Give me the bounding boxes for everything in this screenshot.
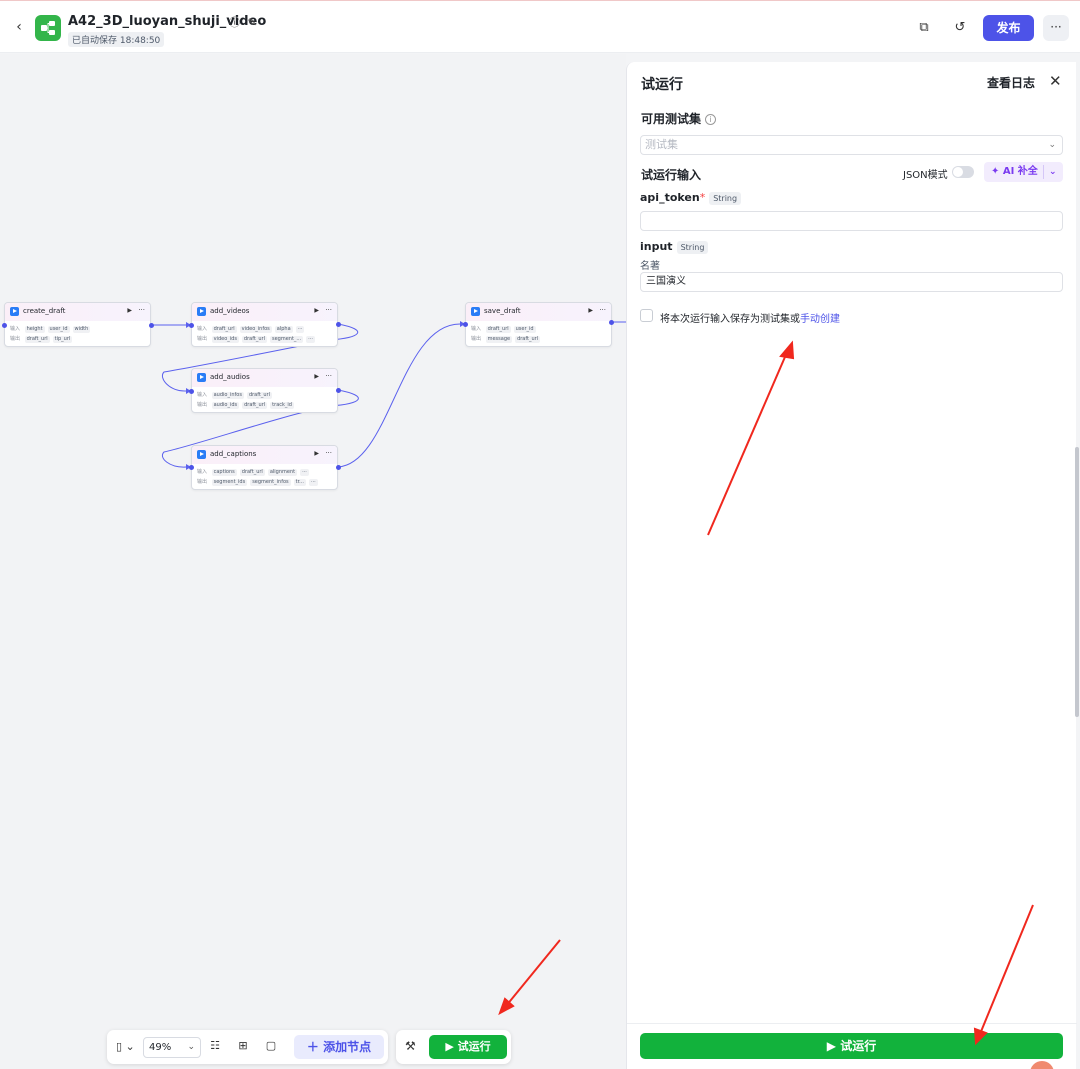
type-tag: String [676,241,709,254]
node-run-icon[interactable]: ▶ [588,307,593,314]
node-save-draft[interactable]: save_draft ▶ ··· 输入 draft_url user_id 输出 … [465,302,612,347]
node-title: create_draft [23,307,66,315]
test-run-button[interactable]: ▶ 试运行 [429,1035,507,1059]
node-port[interactable] [189,323,194,328]
save-testset-checkbox[interactable] [640,309,653,322]
testset-label: 可用测试集 i [641,110,717,127]
node-more-icon[interactable]: ··· [325,306,332,314]
field-label-input: input String [640,240,709,254]
field-label-api-token: api_token* String [640,191,742,205]
node-run-icon[interactable]: ▶ [314,307,319,314]
chevron-down-icon[interactable]: ⌄ [1049,162,1057,182]
node-inputs: 输入 draft_url video_infos alpha ··· [197,326,305,333]
type-tag: String [709,192,742,205]
comment-icon[interactable]: ☷ [208,1039,222,1053]
node-outputs: 输出 segment_ids segment_infos tr... ··· [197,479,318,486]
node-port[interactable] [189,389,194,394]
node-port[interactable] [189,465,194,470]
history-icon[interactable]: ↺ [952,20,968,36]
edit-icon[interactable]: ✎ [248,16,257,29]
node-outputs: 输出 message draft_url [471,336,541,343]
node-run-icon[interactable]: ▶ [127,307,132,314]
scrollbar[interactable] [1075,447,1079,717]
input-description: 名著 [640,261,660,272]
layout-grid-icon[interactable]: ⊞ [236,1039,250,1053]
zoom-value: 49% [149,1042,172,1053]
view-log-button[interactable]: 查看日志 [987,74,1035,91]
workflow-edges [152,321,626,470]
mouse-mode-icon[interactable]: ▯ ⌄ [116,1040,135,1053]
panel-test-run-button[interactable]: ▶ 试运行 [640,1033,1063,1059]
node-add-captions[interactable]: add_captions ▶ ··· 输入 captions draft_url a… [191,445,338,490]
chevron-down-icon: ⌄ [187,1042,195,1052]
test-run-panel: 试运行 查看日志 ✕ 可用测试集 i 测试集 ⌄ 试运行输入 JSON模式 ✦ A… [626,62,1077,1069]
node-add-videos[interactable]: add_videos ▶ ··· 输入 draft_url video_infos… [191,302,338,347]
wrench-icon[interactable]: ⚒ [405,1039,416,1053]
node-more-icon[interactable]: ··· [325,372,332,380]
workflow-logo-icon [35,15,61,41]
node-create-draft[interactable]: create_draft ▶ ··· 输入 height user_id width… [4,302,151,347]
node-run-icon[interactable]: ▶ [314,373,319,380]
testset-placeholder: 测试集 [645,138,678,151]
publish-button[interactable]: 发布 [983,15,1034,41]
json-mode-toggle[interactable] [952,166,974,178]
node-inputs: 输入 captions draft_url alignment ··· [197,469,309,476]
node-port[interactable] [149,323,154,328]
node-more-icon[interactable]: ··· [599,306,606,314]
more-icon[interactable]: ··· [1043,15,1069,41]
node-title: add_videos [210,307,250,315]
node-outputs: 输出 video_ids draft_url segment_... ··· [197,336,315,343]
node-port[interactable] [336,388,341,393]
minimap-icon[interactable]: ▢ [264,1039,278,1053]
node-add-audios[interactable]: add_audios ▶ ··· 输入 audio_infos draft_url… [191,368,338,413]
workflow-canvas[interactable]: create_draft ▶ ··· 输入 height user_id width… [0,54,626,1069]
node-inputs: 输入 audio_infos draft_url [197,392,272,399]
ai-fill-label: ✦ AI 补全 [991,166,1038,177]
plugin-icon [471,307,480,316]
add-node-button[interactable]: ＋ 添加节点 [294,1035,384,1059]
panel-title: 试运行 [641,77,683,93]
node-outputs: 输出 draft_url tip_url [10,336,73,343]
node-more-icon[interactable]: ··· [325,449,332,457]
plugin-icon [197,373,206,382]
copy-icon[interactable]: ⧉ [916,20,932,36]
input-field[interactable]: 三国演义 [640,272,1063,292]
node-port[interactable] [336,465,341,470]
node-port[interactable] [463,322,468,327]
node-inputs: 输入 height user_id width [10,326,91,333]
api-token-input[interactable] [640,211,1063,231]
json-mode-label: JSON模式 [903,170,948,181]
node-outputs: 输出 audio_ids draft_url track_id [197,402,294,409]
info-icon[interactable]: ⓘ [229,16,240,29]
node-run-icon[interactable]: ▶ [314,450,319,457]
top-bar: ‹ A42_3D_luoyan_shuji_video ⓘ ✎ 已自动保存 18… [0,0,1080,53]
testset-select[interactable]: 测试集 ⌄ [640,135,1063,155]
node-title: add_captions [210,450,257,458]
node-title: save_draft [484,307,521,315]
plugin-icon [10,307,19,316]
ai-fill-button[interactable]: ✦ AI 补全 ⌄ [984,162,1063,182]
node-port[interactable] [2,323,7,328]
chevron-down-icon: ⌄ [1048,140,1056,150]
run-toolbar: ⚒ ▶ 试运行 [396,1030,511,1064]
panel-footer-divider [627,1023,1077,1024]
plugin-icon [197,307,206,316]
node-port[interactable] [336,322,341,327]
back-icon[interactable]: ‹ [10,18,28,36]
node-more-icon[interactable]: ··· [138,306,145,314]
autosave-status: 已自动保存 18:48:50 [68,32,165,47]
node-inputs: 输入 draft_url user_id [471,326,536,333]
plugin-icon [197,450,206,459]
node-title: add_audios [210,373,250,381]
info-icon[interactable]: i [705,114,717,125]
run-input-label: 试运行输入 [641,168,702,182]
close-icon[interactable]: ✕ [1049,72,1062,90]
manual-create-link[interactable]: 手动创建 [800,314,840,325]
save-testset-label: 将本次运行输入保存为测试集或手动创建 [660,314,840,325]
canvas-toolbar: ▯ ⌄ 49% ⌄ ☷ ⊞ ▢ ＋ 添加节点 [107,1030,388,1064]
zoom-select[interactable]: 49% ⌄ [143,1037,201,1058]
node-port[interactable] [609,320,614,325]
